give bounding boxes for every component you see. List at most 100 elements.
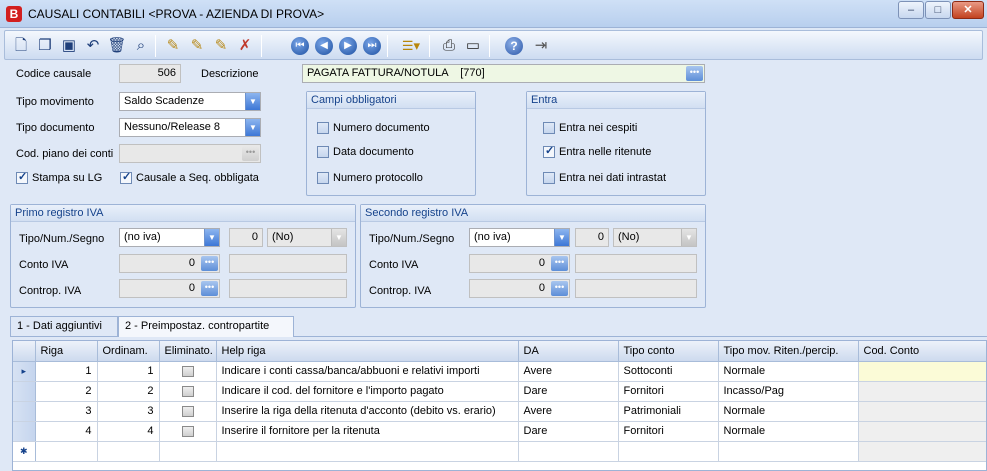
cell-tipo-conto[interactable]: Fornitori — [618, 381, 719, 402]
checkbox-icon[interactable] — [543, 172, 555, 185]
row-selector[interactable] — [13, 421, 36, 442]
numero-protocollo-checkbox[interactable]: Numero protocollo — [317, 172, 423, 185]
cell-empty[interactable] — [618, 441, 719, 462]
checkbox-checked-icon[interactable] — [543, 144, 555, 159]
descrizione-lookup-button[interactable]: ••• — [686, 66, 703, 81]
new-doc-icon[interactable]: 🗋 — [11, 36, 31, 56]
cell-ordinam[interactable]: 2 — [97, 381, 160, 402]
cell-ordinam[interactable]: 4 — [97, 421, 160, 442]
cell-empty[interactable] — [97, 441, 160, 462]
secondo-tipo-select[interactable]: (no iva) ▼ — [469, 228, 570, 247]
cell-eliminato[interactable] — [159, 361, 217, 382]
new-row-marker-icon[interactable]: ✱ — [13, 441, 36, 462]
tipo-documento-select[interactable]: Nessuno/Release 8 ▼ — [119, 118, 261, 137]
secondo-conto-field[interactable]: 0 ••• — [469, 254, 570, 273]
primo-controp-lookup-button[interactable]: ••• — [201, 281, 218, 296]
first-record-icon[interactable]: ⏮ — [291, 37, 309, 55]
cell-cod-conto[interactable] — [858, 381, 986, 402]
chevron-down-icon[interactable]: ▼ — [245, 119, 260, 136]
entra-cespiti-checkbox[interactable]: Entra nei cespiti — [543, 122, 637, 135]
primo-segno-select[interactable]: (No) ▼ — [267, 228, 347, 247]
row-selector[interactable] — [13, 381, 36, 402]
cell-tipo-mov[interactable]: Normale — [718, 401, 859, 422]
close-button[interactable]: ✕ — [952, 1, 984, 19]
cell-tipo-mov[interactable]: Normale — [718, 421, 859, 442]
cell-eliminato[interactable] — [159, 401, 217, 422]
checkbox-checked-icon[interactable] — [120, 170, 132, 185]
last-record-icon[interactable]: ⏭ — [363, 37, 381, 55]
cod-piano-lookup-button[interactable]: ••• — [242, 146, 259, 161]
causale-seq-checkbox[interactable]: Causale a Seq. obbligata — [120, 170, 259, 185]
checkbox-icon[interactable] — [317, 146, 329, 159]
preview-monitor-icon[interactable]: ▭ — [463, 36, 483, 56]
cell-tipo-conto[interactable]: Fornitori — [618, 421, 719, 442]
cell-tipo-conto[interactable]: Sottoconti — [618, 361, 719, 382]
cell-empty[interactable] — [35, 441, 98, 462]
checkbox-icon[interactable] — [181, 425, 194, 437]
undo-icon[interactable]: ↶ — [83, 36, 103, 56]
cell-empty[interactable] — [718, 441, 859, 462]
stampa-lg-checkbox[interactable]: Stampa su LG — [16, 170, 102, 185]
cell-ordinam[interactable]: 1 — [97, 361, 160, 382]
help-icon[interactable]: ? — [505, 37, 523, 55]
row-selector[interactable] — [13, 401, 36, 422]
find-binoculars-icon[interactable]: ⌕ — [131, 36, 151, 56]
secondo-conto-lookup-button[interactable]: ••• — [551, 256, 568, 271]
edit-pencil-icon[interactable]: ✎ — [187, 36, 207, 56]
next-record-icon[interactable]: ▶ — [339, 37, 357, 55]
entra-intrastat-checkbox[interactable]: Entra nei dati intrastat — [543, 172, 666, 185]
minimize-button[interactable]: – — [898, 1, 924, 19]
cell-da[interactable]: Dare — [518, 381, 619, 402]
cell-empty[interactable] — [858, 441, 986, 462]
primo-conto-lookup-button[interactable]: ••• — [201, 256, 218, 271]
checkbox-icon[interactable] — [317, 122, 329, 135]
chevron-down-icon[interactable]: ▼ — [681, 229, 696, 246]
cell-da[interactable]: Avere — [518, 361, 619, 382]
exit-door-icon[interactable]: ⇥ — [531, 36, 551, 56]
col-header-eliminato[interactable]: Eliminato. — [159, 341, 217, 362]
col-header-cod-conto[interactable]: Cod. Conto — [858, 341, 986, 362]
numero-documento-checkbox[interactable]: Numero documento — [317, 122, 430, 135]
table-row[interactable]: 2 2 Indicare il cod. del fornitore e l'i… — [13, 381, 986, 402]
checkbox-icon[interactable] — [543, 122, 555, 135]
secondo-segno-select[interactable]: (No) ▼ — [613, 228, 697, 247]
descrizione-field[interactable]: PAGATA FATTURA/NOTULA [770] ••• — [302, 64, 705, 83]
cell-tipo-conto[interactable]: Patrimoniali — [618, 401, 719, 422]
tab-dati-aggiuntivi[interactable]: 1 - Dati aggiuntivi — [10, 316, 118, 336]
cell-help-riga[interactable]: Indicare il cod. del fornitore e l'impor… — [216, 381, 519, 402]
checkbox-icon[interactable] — [181, 405, 194, 417]
cell-empty[interactable] — [216, 441, 519, 462]
table-row[interactable]: 4 4 Inserire il fornitore per la ritenut… — [13, 421, 986, 442]
primo-controp-field[interactable]: 0 ••• — [119, 279, 220, 298]
new-row[interactable]: ✱ — [13, 441, 986, 462]
row-selector-current[interactable]: ▸ — [13, 361, 36, 382]
cell-riga[interactable]: 2 — [35, 381, 98, 402]
cell-riga[interactable]: 3 — [35, 401, 98, 422]
cell-eliminato[interactable] — [159, 381, 217, 402]
cell-empty[interactable] — [518, 441, 619, 462]
col-header-riga[interactable]: Riga — [35, 341, 98, 362]
cell-riga[interactable]: 1 — [35, 361, 98, 382]
entra-ritenute-checkbox[interactable]: Entra nelle ritenute — [543, 144, 651, 159]
cell-cod-conto[interactable] — [858, 421, 986, 442]
tipo-movimento-select[interactable]: Saldo Scadenze ▼ — [119, 92, 261, 111]
secondo-controp-field[interactable]: 0 ••• — [469, 279, 570, 298]
checkbox-icon[interactable] — [317, 172, 329, 185]
maximize-button[interactable]: □ — [925, 1, 951, 19]
cell-da[interactable]: Avere — [518, 401, 619, 422]
col-header-help-riga[interactable]: Help riga — [216, 341, 519, 362]
secondo-num-field[interactable]: 0 — [575, 228, 609, 247]
cod-piano-field[interactable]: ••• — [119, 144, 261, 163]
primo-num-field[interactable]: 0 — [229, 228, 263, 247]
cell-da[interactable]: Dare — [518, 421, 619, 442]
table-row[interactable]: ▸ 1 1 Indicare i conti cassa/banca/abbuo… — [13, 361, 986, 382]
tab-preimpostaz-contropartite[interactable]: 2 - Preimpostaz. contropartite — [118, 316, 294, 337]
cell-tipo-mov[interactable]: Normale — [718, 361, 859, 382]
edit-pencil-icon[interactable]: ✎ — [163, 36, 183, 56]
cell-help-riga[interactable]: Inserire il fornitore per la ritenuta — [216, 421, 519, 442]
copy-doc-icon[interactable]: ❐ — [35, 36, 55, 56]
chevron-down-icon[interactable]: ▼ — [554, 229, 569, 246]
primo-conto-field[interactable]: 0 ••• — [119, 254, 220, 273]
list-view-icon[interactable]: ☰▾ — [397, 36, 425, 56]
primo-tipo-select[interactable]: (no iva) ▼ — [119, 228, 220, 247]
